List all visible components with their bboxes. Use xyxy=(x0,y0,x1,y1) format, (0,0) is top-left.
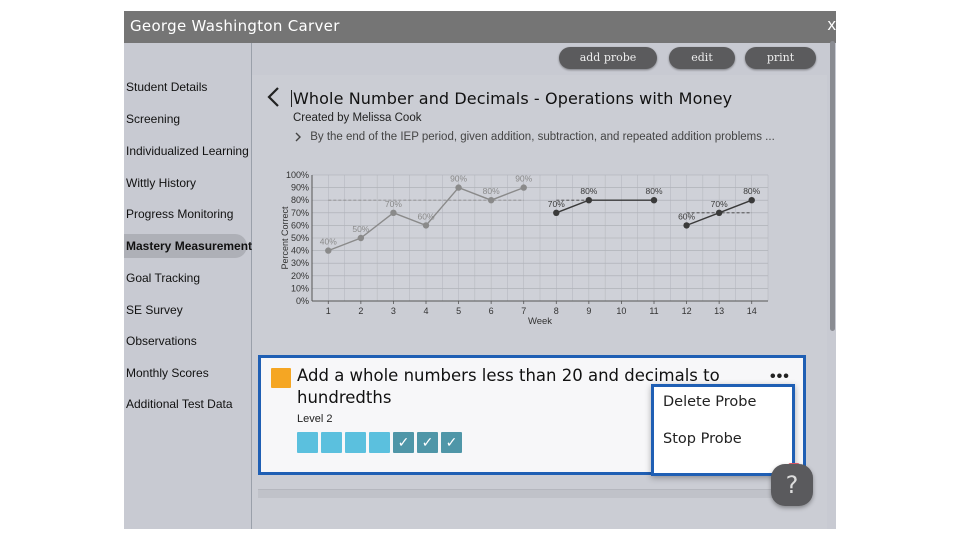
scrollbar[interactable] xyxy=(830,41,835,331)
chart-data-label: 80% xyxy=(743,186,760,196)
chart-x-tick: 3 xyxy=(391,306,396,316)
chart-point xyxy=(325,247,332,254)
created-by: Created by Melissa Cook xyxy=(293,112,422,124)
chart-point xyxy=(553,209,560,216)
chart-x-tick: 12 xyxy=(682,306,692,316)
chart-x-label: Week xyxy=(528,316,552,327)
app-window: George Washington Carver x Student Detai… xyxy=(124,11,836,529)
sidebar-item-individualized-learning[interactable]: Individualized Learning xyxy=(124,139,249,163)
chart-point xyxy=(390,209,397,216)
chart-y-tick: 10% xyxy=(291,283,309,293)
chart-y-tick: 70% xyxy=(291,208,309,218)
chart-y-tick: 100% xyxy=(286,170,309,180)
sidebar-item-se-survey[interactable]: SE Survey xyxy=(124,298,183,322)
sidebar-item-additional-test-data[interactable]: Additional Test Data xyxy=(124,392,233,416)
chevron-left-icon xyxy=(267,87,279,107)
stop-probe-menu-item[interactable]: Stop Probe xyxy=(663,431,742,447)
chart-point xyxy=(585,197,593,204)
chart-y-tick: 90% xyxy=(291,183,309,193)
chart-x-tick: 4 xyxy=(423,306,428,316)
chart-x-tick: 9 xyxy=(586,306,591,316)
help-button[interactable]: ? xyxy=(771,464,813,506)
sidebar: Student Details Screening Individualized… xyxy=(124,43,252,529)
window-title: George Washington Carver xyxy=(130,17,340,35)
progress-box: ✓ xyxy=(441,432,462,453)
chart-x-tick: 11 xyxy=(649,306,658,316)
sidebar-item-wittly-history[interactable]: Wittly History xyxy=(124,171,196,195)
sidebar-item-goal-tracking[interactable]: Goal Tracking xyxy=(124,266,200,290)
chart-x-tick: 1 xyxy=(326,306,331,316)
close-button[interactable]: x xyxy=(828,15,837,35)
chart-x-tick: 6 xyxy=(489,306,494,316)
chart-point xyxy=(715,209,723,216)
probe-title: Whole Number and Decimals - Operations w… xyxy=(293,89,733,108)
chart-data-label: 80% xyxy=(483,186,500,196)
chart-data-label: 70% xyxy=(385,199,402,209)
chart-data-label: 90% xyxy=(450,174,467,184)
chart-y-tick: 50% xyxy=(291,233,309,243)
chart-point xyxy=(455,184,462,191)
chart-y-tick: 60% xyxy=(291,220,309,230)
next-card-edge xyxy=(258,489,806,498)
chart-x-tick: 5 xyxy=(456,306,461,316)
title-bar: George Washington Carver x xyxy=(124,11,836,43)
progress-box: ✓ xyxy=(393,432,414,453)
chart-x-tick: 14 xyxy=(747,306,757,316)
chart-point xyxy=(520,184,527,191)
chart-y-tick: 30% xyxy=(291,258,309,268)
chart-data-label: 40% xyxy=(320,237,337,247)
sidebar-item-screening[interactable]: Screening xyxy=(124,107,180,131)
text-cursor xyxy=(291,90,292,107)
chart-x-tick: 8 xyxy=(554,306,559,316)
chart-point xyxy=(487,197,495,204)
progress-box xyxy=(297,432,318,453)
probe-context-menu: Delete Probe Stop Probe xyxy=(651,384,795,476)
chart-data-label: 90% xyxy=(515,174,532,184)
sidebar-item-student-details[interactable]: Student Details xyxy=(124,75,207,99)
chart-data-label: 80% xyxy=(645,186,662,196)
sidebar-item-progress-monitoring[interactable]: Progress Monitoring xyxy=(124,202,233,226)
chart-y-tick: 20% xyxy=(291,271,309,281)
chart-data-label: 60% xyxy=(678,211,695,221)
progress-box xyxy=(369,432,390,453)
edit-button[interactable]: edit xyxy=(669,47,735,69)
chart-x-tick: 13 xyxy=(714,306,724,316)
chart-point xyxy=(422,222,430,229)
goal-toggle[interactable]: By the end of the IEP period, given addi… xyxy=(294,131,775,143)
progress-chart: 0%10%20%30%40%50%60%70%80%90%100%1 2 3 4 5 6 7… xyxy=(280,170,769,327)
chart-point xyxy=(748,197,755,204)
chart-point xyxy=(650,197,658,204)
probe-level: Level 2 xyxy=(297,413,333,425)
add-probe-button[interactable]: add probe xyxy=(559,47,657,69)
chart-y-tick: 0% xyxy=(296,296,309,306)
chart-data-label: 70% xyxy=(548,199,565,209)
sidebar-item-observations[interactable]: Observations xyxy=(124,329,197,353)
probe-color-swatch xyxy=(271,368,291,388)
chart-point xyxy=(357,234,365,242)
delete-probe-menu-item[interactable]: Delete Probe xyxy=(663,394,756,410)
chart-data-label: 50% xyxy=(352,224,369,234)
chevron-right-icon xyxy=(295,132,301,142)
goal-text: By the end of the IEP period, given addi… xyxy=(310,131,775,143)
progress-box: ✓ xyxy=(417,432,438,453)
sidebar-item-monthly-scores[interactable]: Monthly Scores xyxy=(124,361,209,385)
print-button[interactable]: print xyxy=(745,47,816,69)
chart-x-tick: 10 xyxy=(616,306,626,316)
back-button[interactable] xyxy=(266,86,280,114)
chart-data-label: 70% xyxy=(711,199,728,209)
chart-x-tick: 2 xyxy=(358,306,363,316)
progress-box xyxy=(321,432,342,453)
chart-y-tick: 40% xyxy=(291,246,309,256)
chart-y-tick: 80% xyxy=(291,195,309,205)
chart-x-tick: 7 xyxy=(521,306,526,316)
chart-data-label: 80% xyxy=(580,186,597,196)
chart-data-label: 60% xyxy=(417,211,434,221)
progress-box xyxy=(345,432,366,453)
chart-y-label: Percent Correct xyxy=(280,206,290,270)
sidebar-item-mastery-measurement[interactable]: Mastery Measurement xyxy=(124,234,252,258)
chart-point xyxy=(683,222,690,229)
